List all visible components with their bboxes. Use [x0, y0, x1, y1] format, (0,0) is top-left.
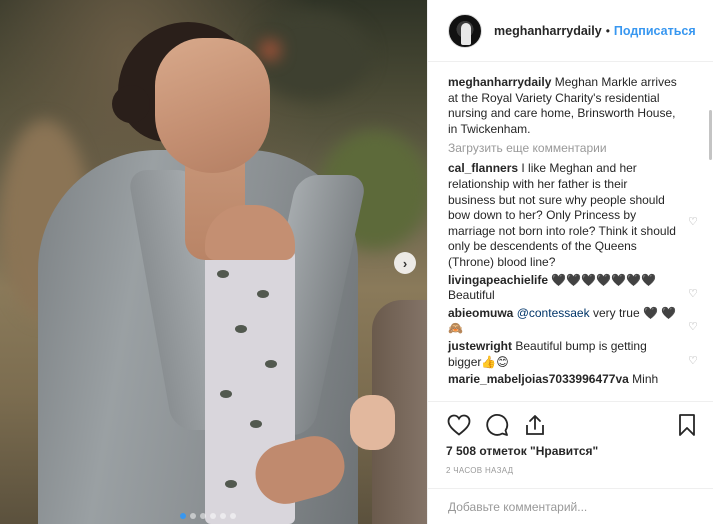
- carousel-dot: [210, 513, 216, 519]
- heart-icon[interactable]: ♡: [688, 288, 700, 300]
- chevron-right-icon[interactable]: ›: [394, 252, 416, 274]
- action-icons: [446, 410, 700, 440]
- instagram-post-view: › meghanharrydaily • Подписаться meghanh…: [0, 0, 713, 524]
- heart-icon[interactable]: ♡: [688, 216, 700, 228]
- likes-count[interactable]: 7 508 отметок "Нравится": [446, 444, 700, 458]
- comment-author[interactable]: marie_mabeljoias7033996477va: [448, 372, 629, 386]
- comment-author[interactable]: livingapeachielife: [448, 273, 548, 287]
- comment-input[interactable]: [448, 499, 700, 514]
- comment-author[interactable]: justewright: [448, 339, 512, 353]
- carousel-indicator: [180, 513, 236, 519]
- comment-text: I like Meghan and her relationship with …: [448, 161, 676, 269]
- author-username[interactable]: meghanharrydaily: [494, 24, 602, 38]
- heart-icon[interactable]: [446, 412, 472, 438]
- comments-list[interactable]: meghanharrydaily Meghan Markle arrives a…: [428, 63, 713, 401]
- comments-scrollbar[interactable]: [709, 110, 712, 160]
- post-actions: 7 508 отметок "Нравится" 2 часов назад: [428, 401, 713, 475]
- face: [155, 38, 270, 173]
- separator: •: [605, 23, 610, 38]
- carousel-dot: [230, 513, 236, 519]
- hair-bun: [112, 85, 150, 123]
- post-header: meghanharrydaily • Подписаться: [428, 0, 713, 62]
- carousel-dot: [190, 513, 196, 519]
- comment-item: justewright Beautiful bump is getting bi…: [448, 339, 700, 370]
- heart-icon[interactable]: ♡: [688, 355, 700, 367]
- caption: meghanharrydaily Meghan Markle arrives a…: [448, 75, 700, 137]
- hand: [350, 395, 395, 450]
- carousel-dot: [180, 513, 186, 519]
- comment-mention[interactable]: @contessaek: [517, 306, 590, 320]
- load-more-comments-button[interactable]: Загрузить еще комментарии: [448, 141, 700, 155]
- avatar[interactable]: [448, 13, 482, 48]
- comment-text: Minh: [632, 372, 659, 387]
- carousel-dot: [200, 513, 206, 519]
- comment-item: marie_mabeljoias7033996477va Minh: [448, 372, 700, 388]
- heart-icon[interactable]: ♡: [688, 321, 700, 333]
- comment-author[interactable]: meghanharrydaily: [448, 75, 551, 89]
- comment-item: cal_flanners I like Meghan and her relat…: [448, 161, 700, 270]
- bookmark-icon[interactable]: [674, 412, 700, 438]
- comment-item: abieomuwa @contessaek very true 🖤 🖤🙈 ♡: [448, 306, 700, 337]
- background-blur: [260, 40, 280, 60]
- comment-author[interactable]: abieomuwa: [448, 306, 513, 320]
- follow-button[interactable]: Подписаться: [614, 24, 696, 38]
- post-photo[interactable]: ›: [0, 0, 427, 524]
- post-sidebar: meghanharrydaily • Подписаться meghanhar…: [427, 0, 713, 524]
- comment-icon[interactable]: [484, 412, 510, 438]
- post-timestamp: 2 часов назад: [446, 466, 514, 475]
- comment-author[interactable]: cal_flanners: [448, 161, 518, 175]
- comment-item: livingapeachielife 🖤🖤🖤🖤🖤🖤🖤 Beautiful ♡: [448, 273, 700, 304]
- add-comment-bar: [428, 488, 713, 524]
- share-icon[interactable]: [522, 412, 548, 438]
- carousel-dot: [220, 513, 226, 519]
